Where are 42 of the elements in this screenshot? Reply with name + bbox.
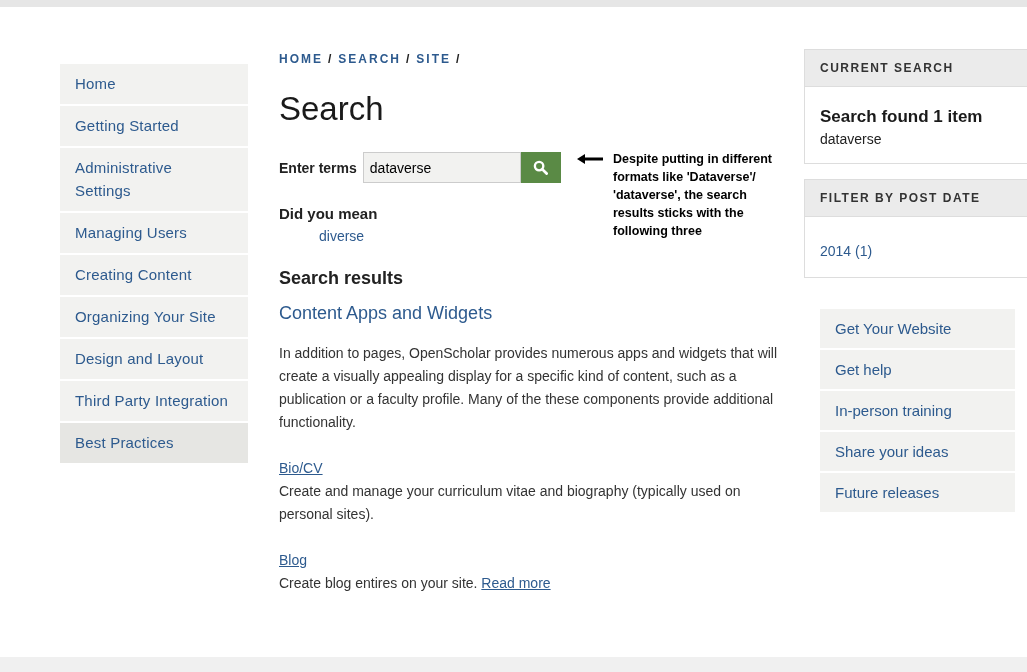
annotation-text: Despite putting in different formats like 'Dataverse'/ 'dataverse', the search results sticks with the following three <box>613 151 774 240</box>
result-item-text: Blog Create blog entires on your site. Read more <box>279 551 552 593</box>
search-icon <box>533 160 549 175</box>
suggestion-heading: Did you mean <box>279 205 378 222</box>
breadcrumb-separator: / <box>406 52 412 66</box>
result-item-link[interactable]: Blog <box>279 552 308 568</box>
breadcrumb-separator: / <box>328 52 334 66</box>
nav-item[interactable]: Third Party Integration <box>60 381 248 421</box>
sidebar-link[interactable]: Future releases <box>820 473 1015 512</box>
nav-item[interactable]: Managing Users <box>60 213 248 253</box>
result-item-link[interactable]: Bio/CV <box>279 460 323 476</box>
nav-item[interactable]: Getting Started <box>60 106 248 146</box>
nav-item[interactable]: Administrative Settings <box>60 148 248 211</box>
nav-item[interactable]: Organizing Your Site <box>60 297 248 337</box>
search-label: Enter terms <box>279 159 357 176</box>
sidebar-link[interactable]: In-person training <box>820 391 1015 430</box>
sidebar-link[interactable]: Share your ideas <box>820 432 1015 471</box>
result-item-text: Bio/CV Create and manage your curriculum vitae and biography (typically used on personal sites). <box>279 459 742 524</box>
read-more-link[interactable]: Read more <box>481 575 551 591</box>
search-summary: Search found 1 item <box>820 107 984 127</box>
panel-heading: FILTER BY POST DATE <box>805 180 1027 217</box>
panel-heading: CURRENT SEARCH <box>805 50 1027 87</box>
result-title-link[interactable]: Content Apps and Widgets <box>279 303 780 324</box>
arrow-icon <box>577 154 603 164</box>
sidebar-link[interactable]: Get Your Website <box>820 309 1015 348</box>
nav-item[interactable]: Design and Layout <box>60 339 248 379</box>
results-heading: Search results <box>279 268 405 289</box>
nav-item[interactable]: Home <box>60 64 248 104</box>
suggestion-link[interactable]: diverse <box>319 228 365 244</box>
search-button[interactable] <box>520 152 561 183</box>
sidebar-link[interactable]: Get help <box>820 350 1015 389</box>
breadcrumb-link[interactable]: SITE <box>416 52 452 66</box>
nav-item[interactable]: Best Practices <box>60 423 248 463</box>
breadcrumb-separator: / <box>456 52 462 66</box>
page-title: Search <box>279 90 385 128</box>
breadcrumb-link[interactable]: HOME <box>279 52 323 66</box>
search-field[interactable]: dataverse <box>362 152 521 183</box>
nav-item[interactable]: Creating Content <box>60 255 248 295</box>
breadcrumb-link[interactable]: SEARCH <box>338 52 401 66</box>
filter-link[interactable]: 2014 (1) <box>820 243 1015 259</box>
result-description: In addition to pages, OpenScholar provides numerous apps and widgets that will create a visually appealing display for a specific kind of content, such as a publication or a faculty profile. Many of the these components provide additional functionality. <box>279 344 779 432</box>
search-term: dataverse <box>820 131 883 147</box>
